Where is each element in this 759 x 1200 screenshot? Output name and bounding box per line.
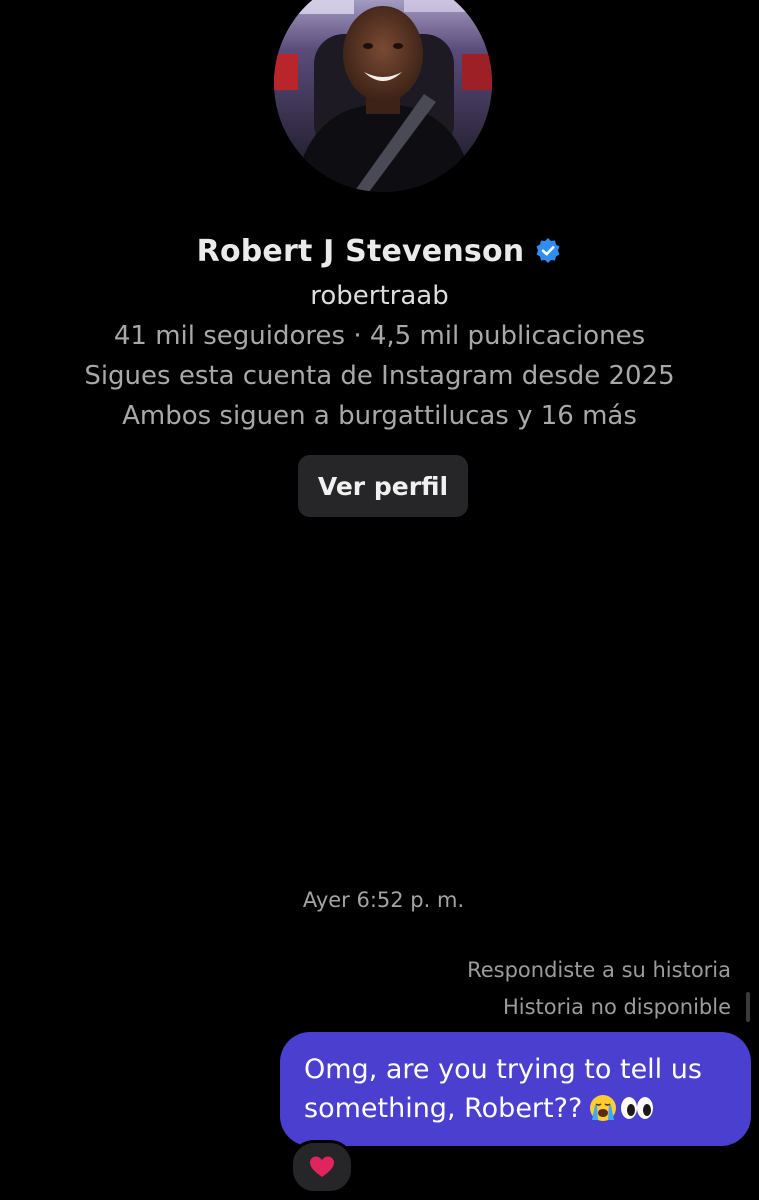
view-profile-button[interactable]: Ver perfil [298,455,468,517]
verified-badge-icon [534,237,562,265]
loudly-crying-face-icon [590,1095,617,1121]
name-row: Robert J Stevenson [0,226,759,276]
profile-stats: 41 mil seguidores · 4,5 mil publicacione… [113,321,646,351]
red-heart-icon [310,1156,334,1177]
profile-username: robertraab [310,281,449,311]
following-since-text: Sigues esta cuenta de Instagram desde 20… [84,361,675,391]
message-emojis [588,1093,654,1123]
profile-header: Robert J Stevenson robertraab 41 mil seg… [0,226,759,436]
eyes-icon [621,1097,654,1119]
avatar[interactable] [274,0,492,192]
story-reply-note: Respondiste a su historia [467,958,731,982]
mutual-followers-text: Ambos siguen a burgattilucas y 16 más [122,401,637,431]
message-timestamp: Ayer 6:52 p. m. [302,888,465,912]
heart-reaction[interactable] [290,1140,354,1194]
profile-name: Robert J Stevenson [196,233,525,269]
message-bubble[interactable]: Omg, are you trying to tell us something… [280,1032,751,1146]
story-reply-indicator [746,992,750,1022]
story-unavailable-note[interactable]: Historia no disponible [503,995,731,1019]
profile-photo [274,0,492,192]
